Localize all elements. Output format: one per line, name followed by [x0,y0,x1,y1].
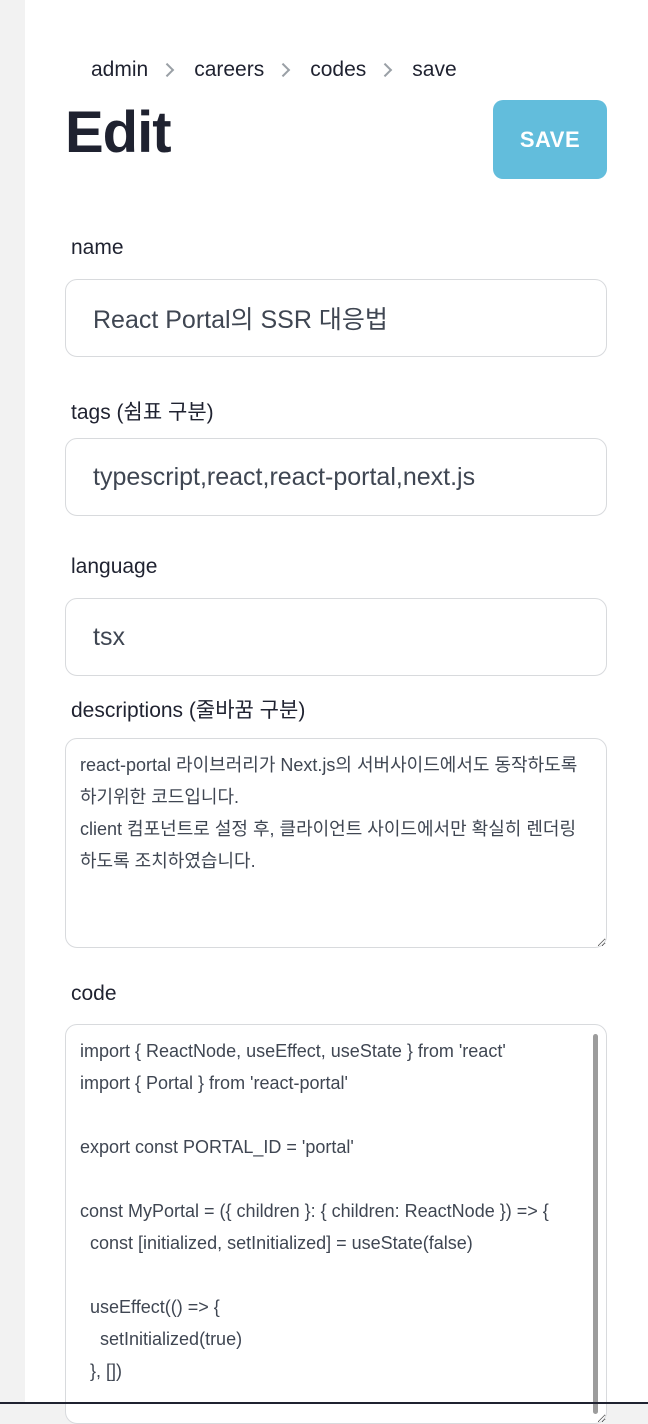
descriptions-label: descriptions (줄바꿈 구분) [71,699,306,722]
breadcrumb-save[interactable]: save [412,58,456,82]
page-title: Edit [65,100,172,165]
chevron-right-icon [276,62,291,78]
chevron-right-icon [378,62,393,78]
name-label: name [71,236,124,259]
chevron-right-icon [160,62,175,78]
left-gutter [0,0,25,1404]
save-button[interactable]: SAVE [493,100,607,179]
breadcrumb-codes[interactable]: codes [310,58,366,82]
breadcrumb: admin careers codes save [91,56,457,84]
language-input[interactable] [65,598,607,676]
code-label: code [71,982,117,1005]
name-input[interactable] [65,279,607,357]
descriptions-textarea[interactable]: react-portal 라이브러리가 Next.js의 서버사이드에서도 동작… [65,738,607,948]
code-scrollbar[interactable] [593,1034,598,1414]
code-textarea[interactable]: import { ReactNode, useEffect, useState … [65,1024,607,1424]
breadcrumb-admin[interactable]: admin [91,58,148,82]
breadcrumb-careers[interactable]: careers [194,58,264,82]
tags-input[interactable] [65,438,607,516]
language-label: language [71,555,158,578]
edit-page: admin careers codes save Edit SAVE name … [25,0,648,1424]
tags-label: tags (쉼표 구분) [71,401,214,424]
